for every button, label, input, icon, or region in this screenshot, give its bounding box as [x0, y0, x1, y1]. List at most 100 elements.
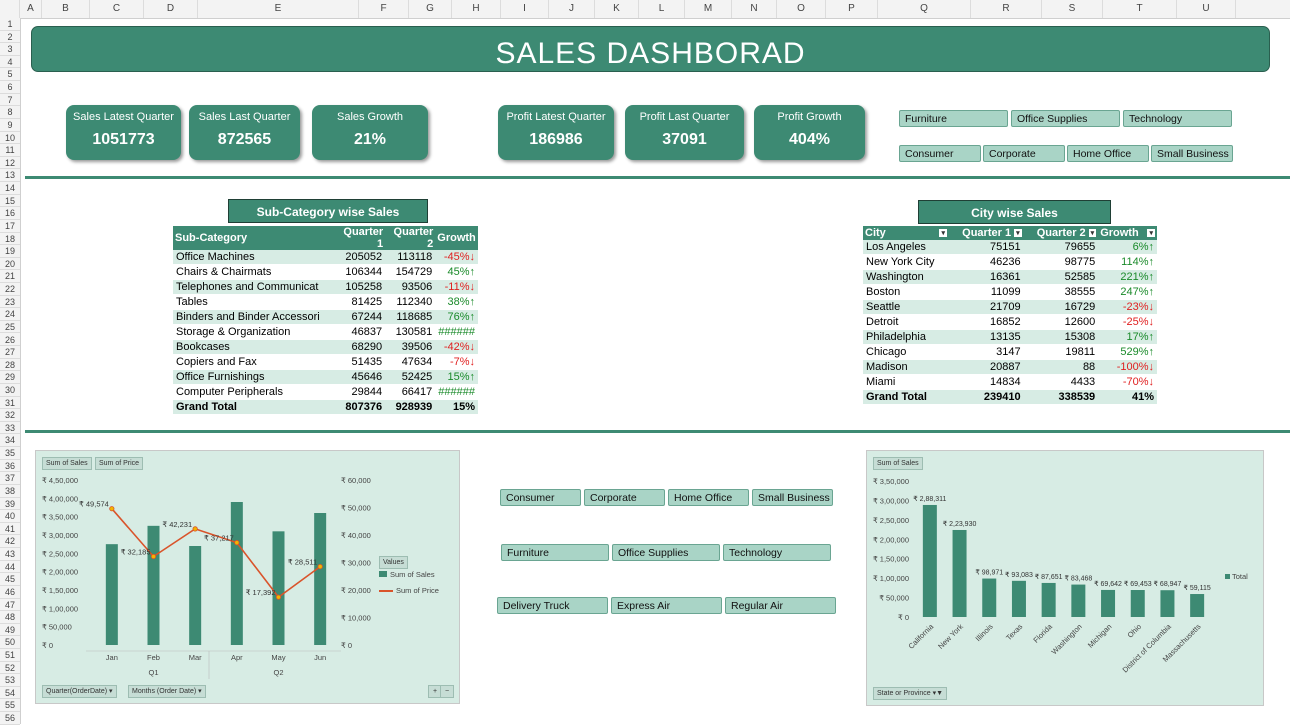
column-header-o[interactable]: O — [777, 0, 826, 18]
cell-q2[interactable]: 154729 — [385, 264, 436, 280]
cell-q2[interactable]: 38555 — [1023, 284, 1099, 300]
state-sales-chart[interactable]: Sum of Sales ₹ 3,50,000 ₹ 3,00,000 ₹ 2,50,… — [866, 450, 1264, 706]
cell-g[interactable]: 15%↑ — [435, 369, 478, 385]
cell-q1[interactable]: 11099 — [949, 284, 1024, 300]
row-header[interactable]: 48 — [0, 611, 20, 624]
cell-q1[interactable]: 14834 — [949, 374, 1024, 390]
cell-g[interactable]: 247%↑ — [1098, 284, 1157, 300]
cell-q2[interactable]: 338539 — [1023, 389, 1099, 405]
slicer-category-office-supplies[interactable]: Office Supplies — [1011, 110, 1120, 127]
column-header-k[interactable]: K — [595, 0, 639, 18]
cell-name[interactable]: Seattle — [863, 299, 949, 315]
cell-q1[interactable]: 46837 — [335, 324, 386, 340]
row-header[interactable]: 4 — [0, 56, 20, 69]
row-header[interactable]: 23 — [0, 296, 20, 309]
cell-q1[interactable]: 51435 — [335, 354, 386, 370]
table-row[interactable]: Telephones and Communicat 105258 93506 -11%… — [173, 279, 478, 295]
row-header[interactable]: 28 — [0, 359, 20, 372]
kpi-profit-latest-quarter[interactable]: Profit Latest Quarter 186986 — [498, 105, 614, 160]
cell-name[interactable]: Binders and Binder Accessori — [173, 309, 335, 325]
select-all-corner[interactable] — [0, 0, 20, 18]
row-header[interactable]: 39 — [0, 498, 20, 511]
kpi-sales-latest-quarter[interactable]: Sales Latest Quarter 1051773 — [66, 105, 181, 160]
cell-g[interactable]: 6%↑ — [1098, 240, 1157, 255]
cell-name[interactable]: Boston — [863, 284, 949, 300]
row-header[interactable]: 11 — [0, 144, 20, 157]
cell-name[interactable]: Storage & Organization — [173, 324, 335, 340]
row-header[interactable]: 46 — [0, 586, 20, 599]
cell-g[interactable]: -42%↓ — [435, 339, 478, 355]
row-header[interactable]: 32 — [0, 409, 20, 422]
cell-name[interactable]: Bookcases — [173, 339, 335, 355]
table-row[interactable]: Madison 20887 88 -100%↓ — [863, 359, 1157, 375]
cell-q2[interactable]: 113118 — [385, 250, 436, 265]
cell-name[interactable]: Los Angeles — [863, 240, 949, 255]
row-header[interactable]: 20 — [0, 258, 20, 271]
row-header[interactable]: 51 — [0, 649, 20, 662]
cell-q1[interactable]: 205052 — [335, 250, 386, 265]
row-header[interactable]: 7 — [0, 94, 20, 107]
row-header[interactable]: 22 — [0, 283, 20, 296]
cell-q2[interactable]: 16729 — [1023, 299, 1099, 315]
cell-q1[interactable]: 16361 — [949, 269, 1024, 285]
table-row[interactable]: Seattle 21709 16729 -23%↓ — [863, 299, 1157, 315]
row-header[interactable]: 53 — [0, 674, 20, 687]
cell-g[interactable]: ###### — [435, 384, 478, 400]
cell-q2[interactable]: 130581 — [385, 324, 436, 340]
row-header[interactable]: 55 — [0, 699, 20, 713]
cell-q2[interactable]: 12600 — [1023, 314, 1099, 330]
cell-q2[interactable]: 19811 — [1023, 344, 1099, 360]
row-header[interactable]: 6 — [0, 81, 20, 94]
column-header-b[interactable]: B — [42, 0, 90, 18]
row-header[interactable]: 35 — [0, 447, 20, 460]
row-header[interactable]: 13 — [0, 169, 20, 183]
table-row[interactable]: Office Furnishings 45646 52425 15%↑ — [173, 369, 478, 385]
cell-q1[interactable]: 67244 — [335, 309, 386, 325]
city-pivot-table[interactable]: City ▾ Quarter 1 ▾ Quarter 2 ▾ Growth ▾ Los … — [863, 226, 1157, 405]
col-header[interactable]: City ▾ — [863, 226, 949, 240]
cell-g[interactable]: 45%↑ — [435, 264, 478, 280]
monthly-sales-price-chart[interactable]: Sum of Sales Sum of Price ₹ 4,50,000 ₹ 4,… — [35, 450, 460, 704]
slicer-category-technology[interactable]: Technology — [723, 544, 831, 561]
cell-g[interactable]: -100%↓ — [1098, 359, 1157, 375]
cell-name[interactable]: Madison — [863, 359, 949, 375]
cell-q1[interactable]: 807376 — [335, 399, 386, 415]
row-header[interactable]: 18 — [0, 233, 20, 246]
column-header-u[interactable]: U — [1177, 0, 1236, 18]
slicer-category-furniture[interactable]: Furniture — [899, 110, 1008, 127]
column-header-m[interactable]: M — [685, 0, 732, 18]
kpi-profit-growth[interactable]: Profit Growth 404% — [754, 105, 865, 160]
col-header[interactable]: Quarter 1 ▾ — [949, 226, 1024, 240]
filter-months-order-date[interactable]: Months (Order Date) ▾ — [128, 685, 206, 698]
cell-name[interactable]: Washington — [863, 269, 949, 285]
cell-g[interactable]: -25%↓ — [1098, 314, 1157, 330]
cell-g[interactable]: -7%↓ — [435, 354, 478, 370]
row-header[interactable]: 8 — [0, 106, 20, 119]
slicer-segment-consumer[interactable]: Consumer — [500, 489, 581, 506]
table-row[interactable]: Binders and Binder Accessori 67244 118685 7… — [173, 309, 478, 325]
row-header[interactable]: 56 — [0, 712, 20, 725]
column-header-c[interactable]: C — [90, 0, 144, 18]
cell-q2[interactable]: 98775 — [1023, 254, 1099, 270]
cell-name[interactable]: Detroit — [863, 314, 949, 330]
row-header[interactable]: 14 — [0, 182, 20, 195]
slicer-segment-corporate[interactable]: Corporate — [584, 489, 665, 506]
cell-q2[interactable]: 39506 — [385, 339, 436, 355]
cell-g[interactable]: -45%↓ — [435, 250, 478, 265]
row-header[interactable]: 45 — [0, 573, 20, 586]
table-row[interactable]: Office Machines 205052 113118 -45%↓ — [173, 250, 478, 265]
cell-g[interactable]: 17%↑ — [1098, 329, 1157, 345]
row-header[interactable]: 47 — [0, 599, 20, 612]
row-header[interactable]: 50 — [0, 636, 20, 649]
filter-quarter-order-date[interactable]: Quarter(OrderDate) ▾ — [42, 685, 117, 698]
cell-q1[interactable]: 21709 — [949, 299, 1024, 315]
cell-q2[interactable]: 66417 — [385, 384, 436, 400]
column-header-q[interactable]: Q — [878, 0, 971, 18]
row-header[interactable]: 21 — [0, 270, 20, 283]
row-header[interactable]: 25 — [0, 321, 20, 334]
cell-q2[interactable]: 79655 — [1023, 240, 1099, 255]
cell-name[interactable]: Chicago — [863, 344, 949, 360]
kpi-sales-growth[interactable]: Sales Growth 21% — [312, 105, 428, 160]
cell-g[interactable]: ###### — [435, 324, 478, 340]
row-header[interactable]: 38 — [0, 485, 20, 498]
